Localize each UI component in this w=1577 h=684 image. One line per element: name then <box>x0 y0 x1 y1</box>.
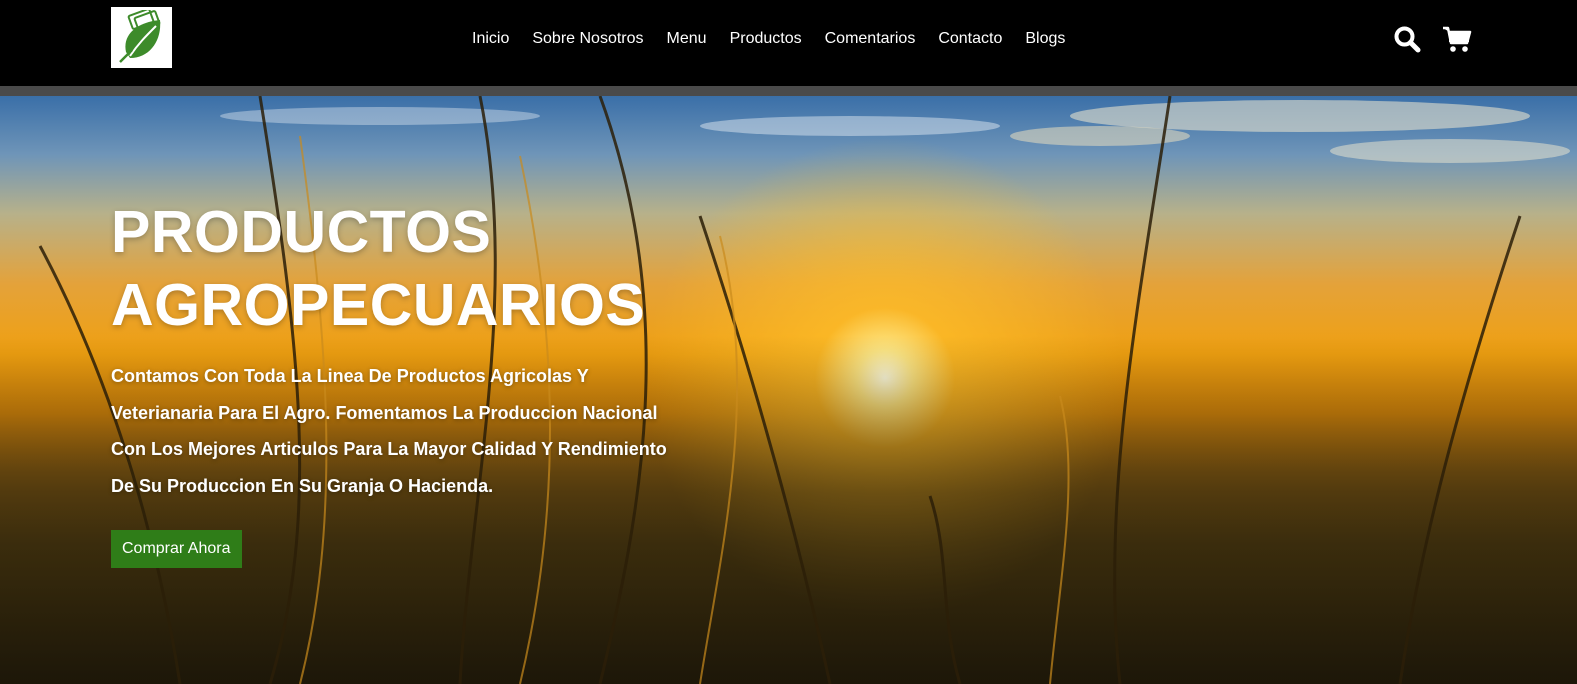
nav-link-blogs[interactable]: Blogs <box>1025 29 1065 49</box>
hero-content: PRODUCTOS AGROPECUARIOS Contamos Con Tod… <box>111 196 731 568</box>
hero-title: PRODUCTOS AGROPECUARIOS <box>111 196 731 342</box>
hero-title-line: PRODUCTOS <box>111 199 492 265</box>
nav-actions <box>1392 24 1472 54</box>
logo[interactable] <box>111 7 172 68</box>
nav-link-comentarios[interactable]: Comentarios <box>825 29 916 49</box>
hero-desc-line: Con Los Mejores Articulos Para La Mayor … <box>111 439 667 459</box>
leaf-money-logo-icon <box>118 9 160 63</box>
cart-icon[interactable] <box>1442 24 1472 54</box>
search-icon[interactable] <box>1392 24 1422 54</box>
nav-link-productos[interactable]: Productos <box>730 29 802 49</box>
main-nav: Inicio Sobre Nosotros Menu Productos Com… <box>472 29 1065 49</box>
hero-description: Contamos Con Toda La Linea De Productos … <box>111 358 711 504</box>
navbar: Inicio Sobre Nosotros Menu Productos Com… <box>0 0 1577 86</box>
nav-link-inicio[interactable]: Inicio <box>472 29 509 49</box>
nav-link-menu[interactable]: Menu <box>667 29 707 49</box>
hero-title-line: AGROPECUARIOS <box>111 272 646 338</box>
hero-desc-line: De Su Produccion En Su Granja O Hacienda… <box>111 475 494 496</box>
nav-link-contacto[interactable]: Contacto <box>938 29 1002 49</box>
hero-desc-line: Contamos Con Toda La Linea De Productos … <box>111 366 589 386</box>
header-divider <box>0 86 1577 96</box>
hero-banner: PRODUCTOS AGROPECUARIOS Contamos Con Tod… <box>0 96 1577 684</box>
comprar-ahora-button[interactable]: Comprar Ahora <box>111 530 242 568</box>
hero-desc-line: Veterianaria Para El Agro. Fomentamos La… <box>111 402 658 423</box>
nav-link-sobre-nosotros[interactable]: Sobre Nosotros <box>532 29 643 49</box>
